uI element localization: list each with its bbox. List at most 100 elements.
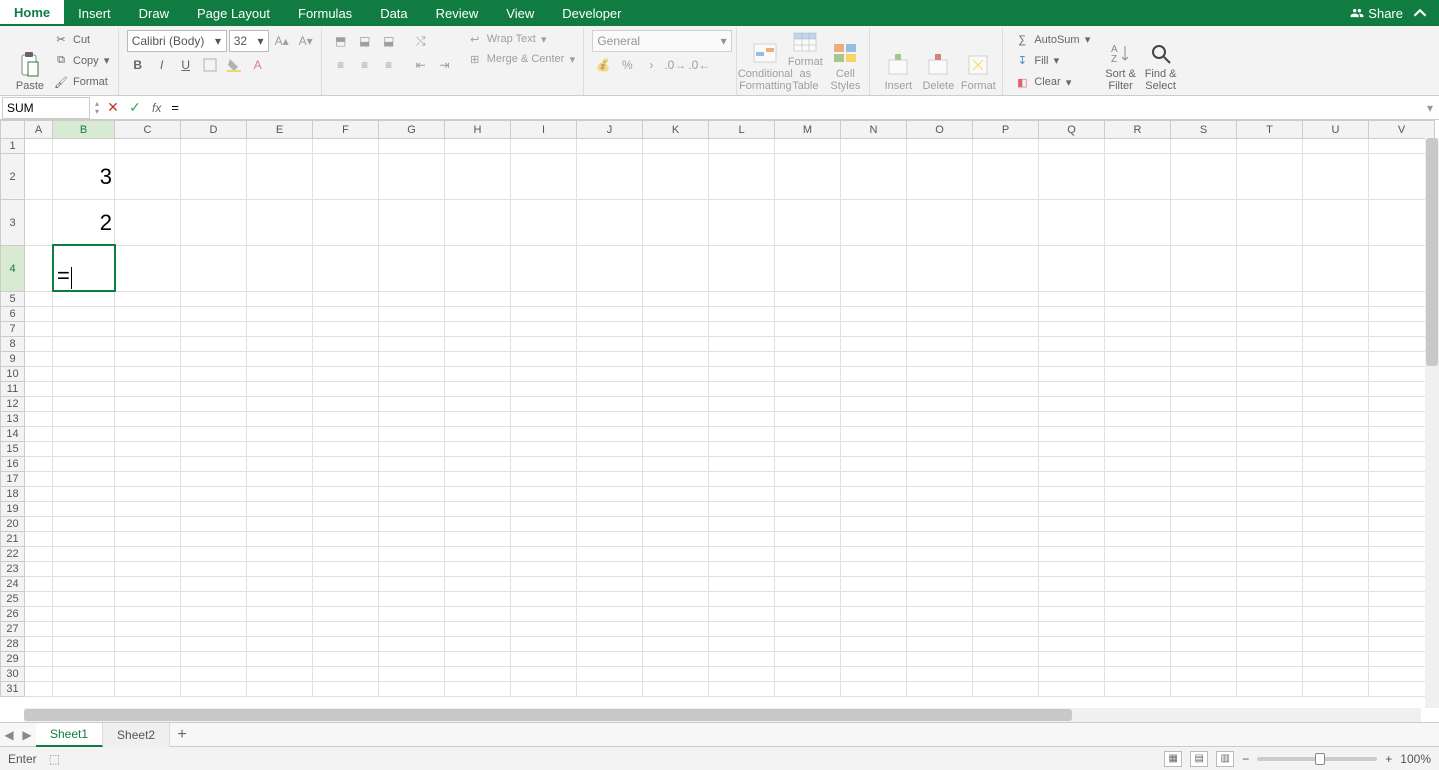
cell-P11[interactable]	[973, 382, 1039, 397]
comma-button[interactable]: ›	[640, 54, 662, 76]
cell-I16[interactable]	[511, 457, 577, 472]
cell-I2[interactable]	[511, 154, 577, 200]
cell-K21[interactable]	[643, 532, 709, 547]
cell-R27[interactable]	[1105, 622, 1171, 637]
cell-D17[interactable]	[181, 472, 247, 487]
cell-A6[interactable]	[25, 307, 53, 322]
cell-I10[interactable]	[511, 367, 577, 382]
cell-G2[interactable]	[379, 154, 445, 200]
cell-H18[interactable]	[445, 487, 511, 502]
cell-D12[interactable]	[181, 397, 247, 412]
cell-Q26[interactable]	[1039, 607, 1105, 622]
cell-E18[interactable]	[247, 487, 313, 502]
cell-I6[interactable]	[511, 307, 577, 322]
cell-M16[interactable]	[775, 457, 841, 472]
cell-Q19[interactable]	[1039, 502, 1105, 517]
cell-M2[interactable]	[775, 154, 841, 200]
cell-S9[interactable]	[1171, 352, 1237, 367]
cell-H22[interactable]	[445, 547, 511, 562]
row-header-7[interactable]: 7	[1, 322, 25, 337]
cell-A10[interactable]	[25, 367, 53, 382]
column-header-F[interactable]: F	[313, 121, 379, 139]
cell-K19[interactable]	[643, 502, 709, 517]
cell-K18[interactable]	[643, 487, 709, 502]
cell-P26[interactable]	[973, 607, 1039, 622]
clear-button[interactable]: ◧Clear▾	[1011, 73, 1094, 91]
cell-D10[interactable]	[181, 367, 247, 382]
row-header-26[interactable]: 26	[1, 607, 25, 622]
cell-K17[interactable]	[643, 472, 709, 487]
cell-Q4[interactable]	[1039, 246, 1105, 292]
cell-J7[interactable]	[577, 322, 643, 337]
cell-R8[interactable]	[1105, 337, 1171, 352]
cell-I4[interactable]	[511, 246, 577, 292]
cell-Q28[interactable]	[1039, 637, 1105, 652]
cell-H4[interactable]	[445, 246, 511, 292]
cell-P19[interactable]	[973, 502, 1039, 517]
decrease-font-button[interactable]: A▾	[295, 30, 317, 52]
cell-K8[interactable]	[643, 337, 709, 352]
cell-J18[interactable]	[577, 487, 643, 502]
menu-tab-insert[interactable]: Insert	[64, 0, 125, 26]
cell-B6[interactable]	[53, 307, 115, 322]
cell-T10[interactable]	[1237, 367, 1303, 382]
cell-M22[interactable]	[775, 547, 841, 562]
cell-T15[interactable]	[1237, 442, 1303, 457]
cell-K22[interactable]	[643, 547, 709, 562]
row-header-12[interactable]: 12	[1, 397, 25, 412]
cell-U21[interactable]	[1303, 532, 1369, 547]
cell-Q6[interactable]	[1039, 307, 1105, 322]
cell-J29[interactable]	[577, 652, 643, 667]
cell-N23[interactable]	[841, 562, 907, 577]
cell-O8[interactable]	[907, 337, 973, 352]
cell-L30[interactable]	[709, 667, 775, 682]
cell-A24[interactable]	[25, 577, 53, 592]
cell-P4[interactable]	[973, 246, 1039, 292]
cell-S19[interactable]	[1171, 502, 1237, 517]
cell-G30[interactable]	[379, 667, 445, 682]
row-header-27[interactable]: 27	[1, 622, 25, 637]
cell-E23[interactable]	[247, 562, 313, 577]
sort-filter-button[interactable]: AZ Sort & Filter	[1101, 30, 1141, 92]
menu-tab-home[interactable]: Home	[0, 0, 64, 26]
column-header-R[interactable]: R	[1105, 121, 1171, 139]
cell-R21[interactable]	[1105, 532, 1171, 547]
decrease-decimal-button[interactable]: .0←	[688, 54, 710, 76]
cell-M15[interactable]	[775, 442, 841, 457]
normal-view-button[interactable]: ▦	[1164, 751, 1182, 767]
cell-R12[interactable]	[1105, 397, 1171, 412]
cell-U18[interactable]	[1303, 487, 1369, 502]
cell-J28[interactable]	[577, 637, 643, 652]
cell-B9[interactable]	[53, 352, 115, 367]
cell-N11[interactable]	[841, 382, 907, 397]
cell-O12[interactable]	[907, 397, 973, 412]
cell-L9[interactable]	[709, 352, 775, 367]
cell-B29[interactable]	[53, 652, 115, 667]
row-header-18[interactable]: 18	[1, 487, 25, 502]
cell-T23[interactable]	[1237, 562, 1303, 577]
cell-M24[interactable]	[775, 577, 841, 592]
cell-C11[interactable]	[115, 382, 181, 397]
cell-I11[interactable]	[511, 382, 577, 397]
cell-S17[interactable]	[1171, 472, 1237, 487]
cell-H25[interactable]	[445, 592, 511, 607]
cell-Q5[interactable]	[1039, 292, 1105, 307]
cell-T30[interactable]	[1237, 667, 1303, 682]
cell-A1[interactable]	[25, 139, 53, 154]
copy-button[interactable]: ⧉Copy▾	[50, 52, 114, 70]
cell-J21[interactable]	[577, 532, 643, 547]
cell-I14[interactable]	[511, 427, 577, 442]
cell-N19[interactable]	[841, 502, 907, 517]
row-header-20[interactable]: 20	[1, 517, 25, 532]
column-header-A[interactable]: A	[25, 121, 53, 139]
cell-A3[interactable]	[25, 200, 53, 246]
cell-F14[interactable]	[313, 427, 379, 442]
cell-F13[interactable]	[313, 412, 379, 427]
column-header-H[interactable]: H	[445, 121, 511, 139]
font-name-combo[interactable]: ▾	[127, 30, 227, 52]
cell-U15[interactable]	[1303, 442, 1369, 457]
cell-I21[interactable]	[511, 532, 577, 547]
currency-button[interactable]: 💰	[592, 54, 614, 76]
cell-D21[interactable]	[181, 532, 247, 547]
cell-A14[interactable]	[25, 427, 53, 442]
